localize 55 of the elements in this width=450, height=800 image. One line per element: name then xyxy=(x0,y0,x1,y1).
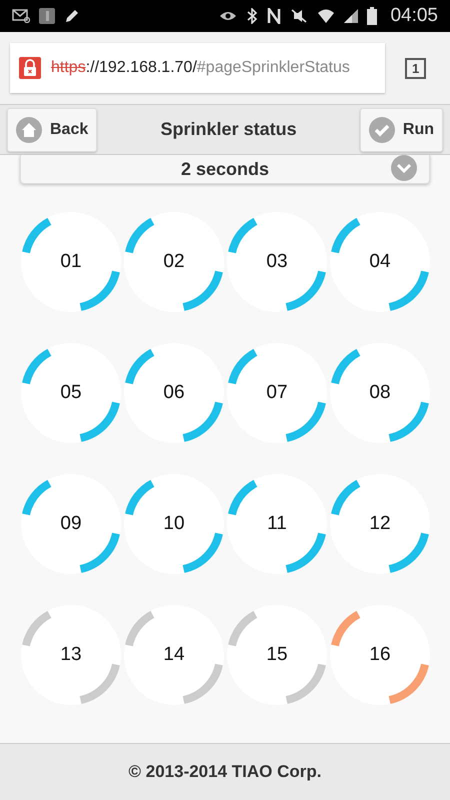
zone-dial[interactable]: 12 xyxy=(330,474,430,574)
zone-number: 15 xyxy=(266,644,288,666)
duration-select[interactable]: 2 seconds xyxy=(20,155,430,184)
zone-dial[interactable]: 02 xyxy=(124,212,224,312)
signal-icon xyxy=(344,9,358,23)
checkmark-icon xyxy=(368,116,395,142)
zone-number: 02 xyxy=(163,251,185,273)
zone-number: 03 xyxy=(266,251,288,273)
bluetooth-icon xyxy=(246,8,258,24)
zone-dial[interactable]: 14 xyxy=(124,605,224,705)
zone-dial[interactable]: 15 xyxy=(227,605,327,705)
broken-lock-icon xyxy=(19,57,41,79)
zone-dial[interactable]: 06 xyxy=(124,343,224,443)
app-icon xyxy=(39,8,55,24)
zone-dial[interactable]: 07 xyxy=(227,343,327,443)
zone-number: 04 xyxy=(369,251,391,273)
zone-number: 16 xyxy=(369,644,391,666)
zone-number: 09 xyxy=(60,513,82,535)
zone-number: 13 xyxy=(60,644,82,666)
url-text: https://192.168.1.70/#pageSprinklerStatus xyxy=(51,59,350,77)
zone-number: 07 xyxy=(266,382,288,404)
zone-number: 08 xyxy=(369,382,391,404)
zone-dial[interactable]: 13 xyxy=(21,605,121,705)
zone-number: 01 xyxy=(60,251,82,273)
url-field[interactable]: https://192.168.1.70/#pageSprinklerStatus xyxy=(10,43,385,93)
wifi-icon xyxy=(317,8,336,24)
run-button[interactable]: Run xyxy=(360,108,443,152)
zone-dial[interactable]: 08 xyxy=(330,343,430,443)
page-title: Sprinkler status xyxy=(160,119,297,140)
zone-number: 05 xyxy=(60,382,82,404)
chevron-down-icon xyxy=(391,155,417,181)
zone-dial[interactable]: 10 xyxy=(124,474,224,574)
zone-dial[interactable]: 03 xyxy=(227,212,327,312)
zone-number: 06 xyxy=(163,382,185,404)
tab-count-button[interactable]: 1 xyxy=(405,58,426,78)
zone-number: 10 xyxy=(163,513,185,535)
home-icon xyxy=(16,116,42,142)
copyright-text: © 2013-2014 TIAO Corp. xyxy=(128,762,322,782)
back-button[interactable]: Back xyxy=(7,108,98,152)
pencil-icon xyxy=(64,8,80,24)
zone-dial[interactable]: 09 xyxy=(21,474,121,574)
nfc-icon xyxy=(267,8,282,24)
zone-dial[interactable]: 11 xyxy=(227,474,327,574)
zone-dial[interactable]: 04 xyxy=(330,212,430,312)
status-time: 04:05 xyxy=(390,5,438,27)
zone-dial[interactable]: 01 xyxy=(21,212,121,312)
mail-icon xyxy=(12,9,30,23)
zone-number: 12 xyxy=(369,513,391,535)
zone-number: 11 xyxy=(267,513,287,535)
eye-icon xyxy=(219,10,238,22)
battery-icon xyxy=(367,7,378,25)
zone-dial[interactable]: 16 xyxy=(330,605,430,705)
mute-icon xyxy=(290,8,308,24)
zone-dial[interactable]: 05 xyxy=(21,343,121,443)
zone-number: 14 xyxy=(163,644,185,666)
